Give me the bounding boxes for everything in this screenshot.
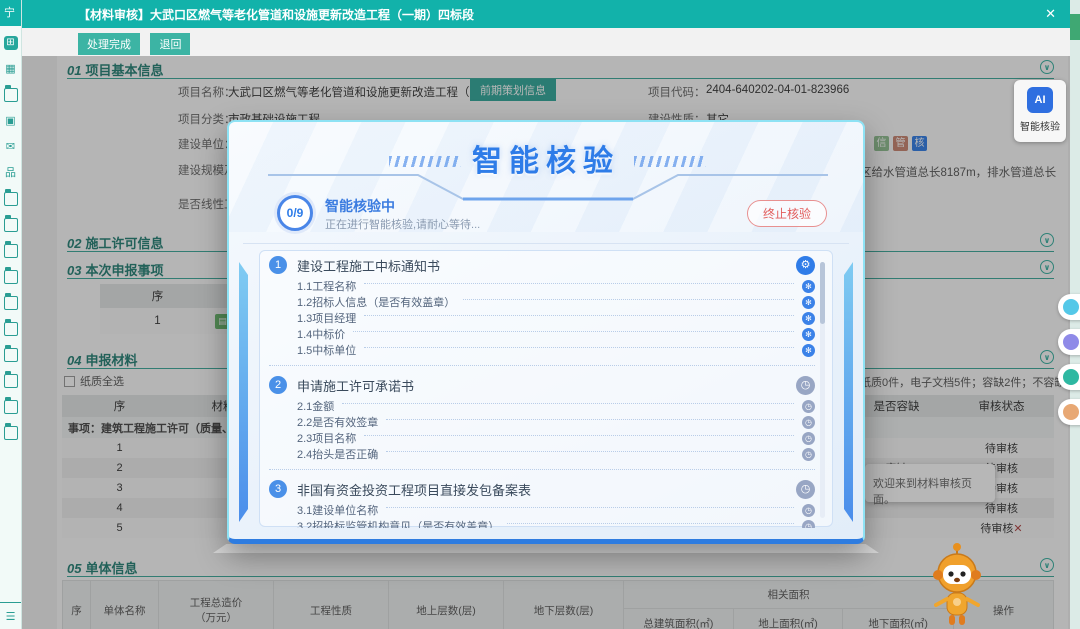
return-button[interactable]: 退回 <box>150 33 190 55</box>
group-title: 建设工程施工中标通知书 <box>297 256 440 275</box>
quick-tool-pill[interactable] <box>1058 329 1080 355</box>
verify-group: 3 非国有资金投资工程项目直接发包备案表 ◷ 3.1建设单位名称◷ 3.2招投标… <box>269 476 815 528</box>
screen: 宁 ⊞ ▦ ▣ ✉ 品 ☰ 【材料审核】大武口区燃气等老化管道和设施更新改造工程… <box>0 0 1080 629</box>
verify-item: 3.1建设单位名称◷ <box>269 502 815 518</box>
calendar-icon[interactable]: ▦ <box>4 62 18 76</box>
verify-progress-badge: 0/9 <box>277 195 313 231</box>
sidebar: 宁 ⊞ ▦ ▣ ✉ 品 ☰ <box>0 0 22 629</box>
folder-icon[interactable] <box>4 88 18 102</box>
verify-item: 2.2是否有效签章◷ <box>269 414 815 430</box>
stop-verify-button[interactable]: 终止核验 <box>747 200 827 227</box>
process-done-button[interactable]: 处理完成 <box>78 33 140 55</box>
verify-item: 1.4中标价✻ <box>269 326 815 342</box>
group-number-badge: 2 <box>269 376 287 394</box>
group-title: 非国有资金投资工程项目直接发包备案表 <box>297 480 531 499</box>
tool-dot-cyan <box>1063 299 1079 315</box>
org-tree-icon[interactable]: 品 <box>4 166 18 180</box>
running-gear-icon: ⚙ <box>796 256 815 275</box>
clock-icon: ◷ <box>802 448 815 461</box>
folder-icon[interactable] <box>4 296 18 310</box>
folder-icon[interactable] <box>4 348 18 362</box>
group-title: 申请施工许可承诺书 <box>297 376 414 395</box>
group-separator <box>269 469 815 470</box>
verify-item: 2.1金额◷ <box>269 398 815 414</box>
verify-item: 2.4抬头是否正确◷ <box>269 446 815 462</box>
list-icon[interactable]: ☰ <box>4 610 18 624</box>
folder-icon[interactable] <box>4 192 18 206</box>
smart-verify-modal: 智能核验 0/9 智能核验中 正在进行智能核验,请耐心等待... 终止核验 1 … <box>227 120 865 544</box>
verify-status-subtitle: 正在进行智能核验,请耐心等待... <box>325 216 480 232</box>
quick-tool-pill[interactable] <box>1058 294 1080 320</box>
clock-icon: ◷ <box>802 432 815 445</box>
card-icon[interactable]: ▣ <box>4 114 18 128</box>
verify-item: 3.2招投标监管机构意见（是否有效盖章）◷ <box>269 518 815 528</box>
modal-scrollbar[interactable] <box>820 262 825 518</box>
clock-icon: ◷ <box>802 520 815 529</box>
frame-bracket-right <box>844 262 853 522</box>
frame-bracket-left <box>239 262 248 522</box>
tool-dot-orange <box>1063 404 1079 420</box>
quick-tool-pill[interactable] <box>1058 364 1080 390</box>
app-logo: 宁 <box>0 0 21 26</box>
verify-item: 1.3项目经理✻ <box>269 310 815 326</box>
verify-item: 1.2招标人信息（是否有效盖章）✻ <box>269 294 815 310</box>
mail-icon[interactable]: ✉ <box>4 140 18 154</box>
folder-icon[interactable] <box>4 218 18 232</box>
clock-icon: ◷ <box>802 504 815 517</box>
modal-divider <box>243 243 849 244</box>
scrollbar-thumb[interactable] <box>820 262 825 324</box>
verify-group: 1 建设工程施工中标通知书 ⚙ 1.1工程名称✻ 1.2招标人信息（是否有效盖章… <box>269 252 815 366</box>
modal-base-shadow <box>213 544 879 553</box>
ai-verify-widget[interactable]: AI 智能核验 <box>1014 80 1066 142</box>
verify-item: 2.3项目名称◷ <box>269 430 815 446</box>
assistant-mascot[interactable] <box>926 541 988 629</box>
pending-clock-icon: ◷ <box>796 376 815 395</box>
folder-icon[interactable] <box>4 400 18 414</box>
group-separator <box>269 365 815 366</box>
window-title: 【材料审核】大武口区燃气等老化管道和设施更新改造工程（一期）四标段 <box>78 6 474 23</box>
tool-dot-purple <box>1063 334 1079 350</box>
folder-icon[interactable] <box>4 244 18 258</box>
ai-icon: AI <box>1027 87 1053 113</box>
spinner-icon: ✻ <box>802 328 815 341</box>
hatch-decor-left <box>389 156 461 167</box>
action-toolbar: 处理完成 退回 <box>22 28 1070 55</box>
ai-verify-label: 智能核验 <box>1014 118 1066 133</box>
quick-tool-pill[interactable] <box>1058 399 1080 425</box>
clock-icon: ◷ <box>802 416 815 429</box>
folder-icon[interactable] <box>4 270 18 284</box>
spinner-icon: ✻ <box>802 296 815 309</box>
pending-clock-icon: ◷ <box>796 480 815 499</box>
mascot-robot-image <box>926 541 988 629</box>
folder-icon[interactable] <box>4 322 18 336</box>
hatch-decor-right <box>634 156 706 167</box>
spinner-icon: ✻ <box>802 344 815 357</box>
verify-item: 1.1工程名称✻ <box>269 278 815 294</box>
spinner-icon: ✻ <box>802 280 815 293</box>
spinner-icon: ✻ <box>802 312 815 325</box>
window-titlebar: 【材料审核】大武口区燃气等老化管道和设施更新改造工程（一期）四标段 ✕ <box>22 0 1070 28</box>
tool-dot-teal <box>1063 369 1079 385</box>
verify-checklist: 1 建设工程施工中标通知书 ⚙ 1.1工程名称✻ 1.2招标人信息（是否有效盖章… <box>269 252 815 528</box>
folder-icon[interactable] <box>4 374 18 388</box>
group-number-badge: 3 <box>269 480 287 498</box>
verify-group: 2 申请施工许可承诺书 ◷ 2.1金额◷ 2.2是否有效签章◷ 2.3项目名称◷… <box>269 372 815 470</box>
close-icon[interactable]: ✕ <box>1045 6 1056 22</box>
group-number-badge: 1 <box>269 256 287 274</box>
clock-icon: ◷ <box>802 400 815 413</box>
verify-status-title: 智能核验中 <box>325 196 395 216</box>
verify-item: 1.5中标单位✻ <box>269 342 815 358</box>
folder-icon[interactable] <box>4 426 18 440</box>
grid-icon[interactable]: ⊞ <box>4 36 18 50</box>
backdrop-green-chip <box>1070 14 1080 40</box>
